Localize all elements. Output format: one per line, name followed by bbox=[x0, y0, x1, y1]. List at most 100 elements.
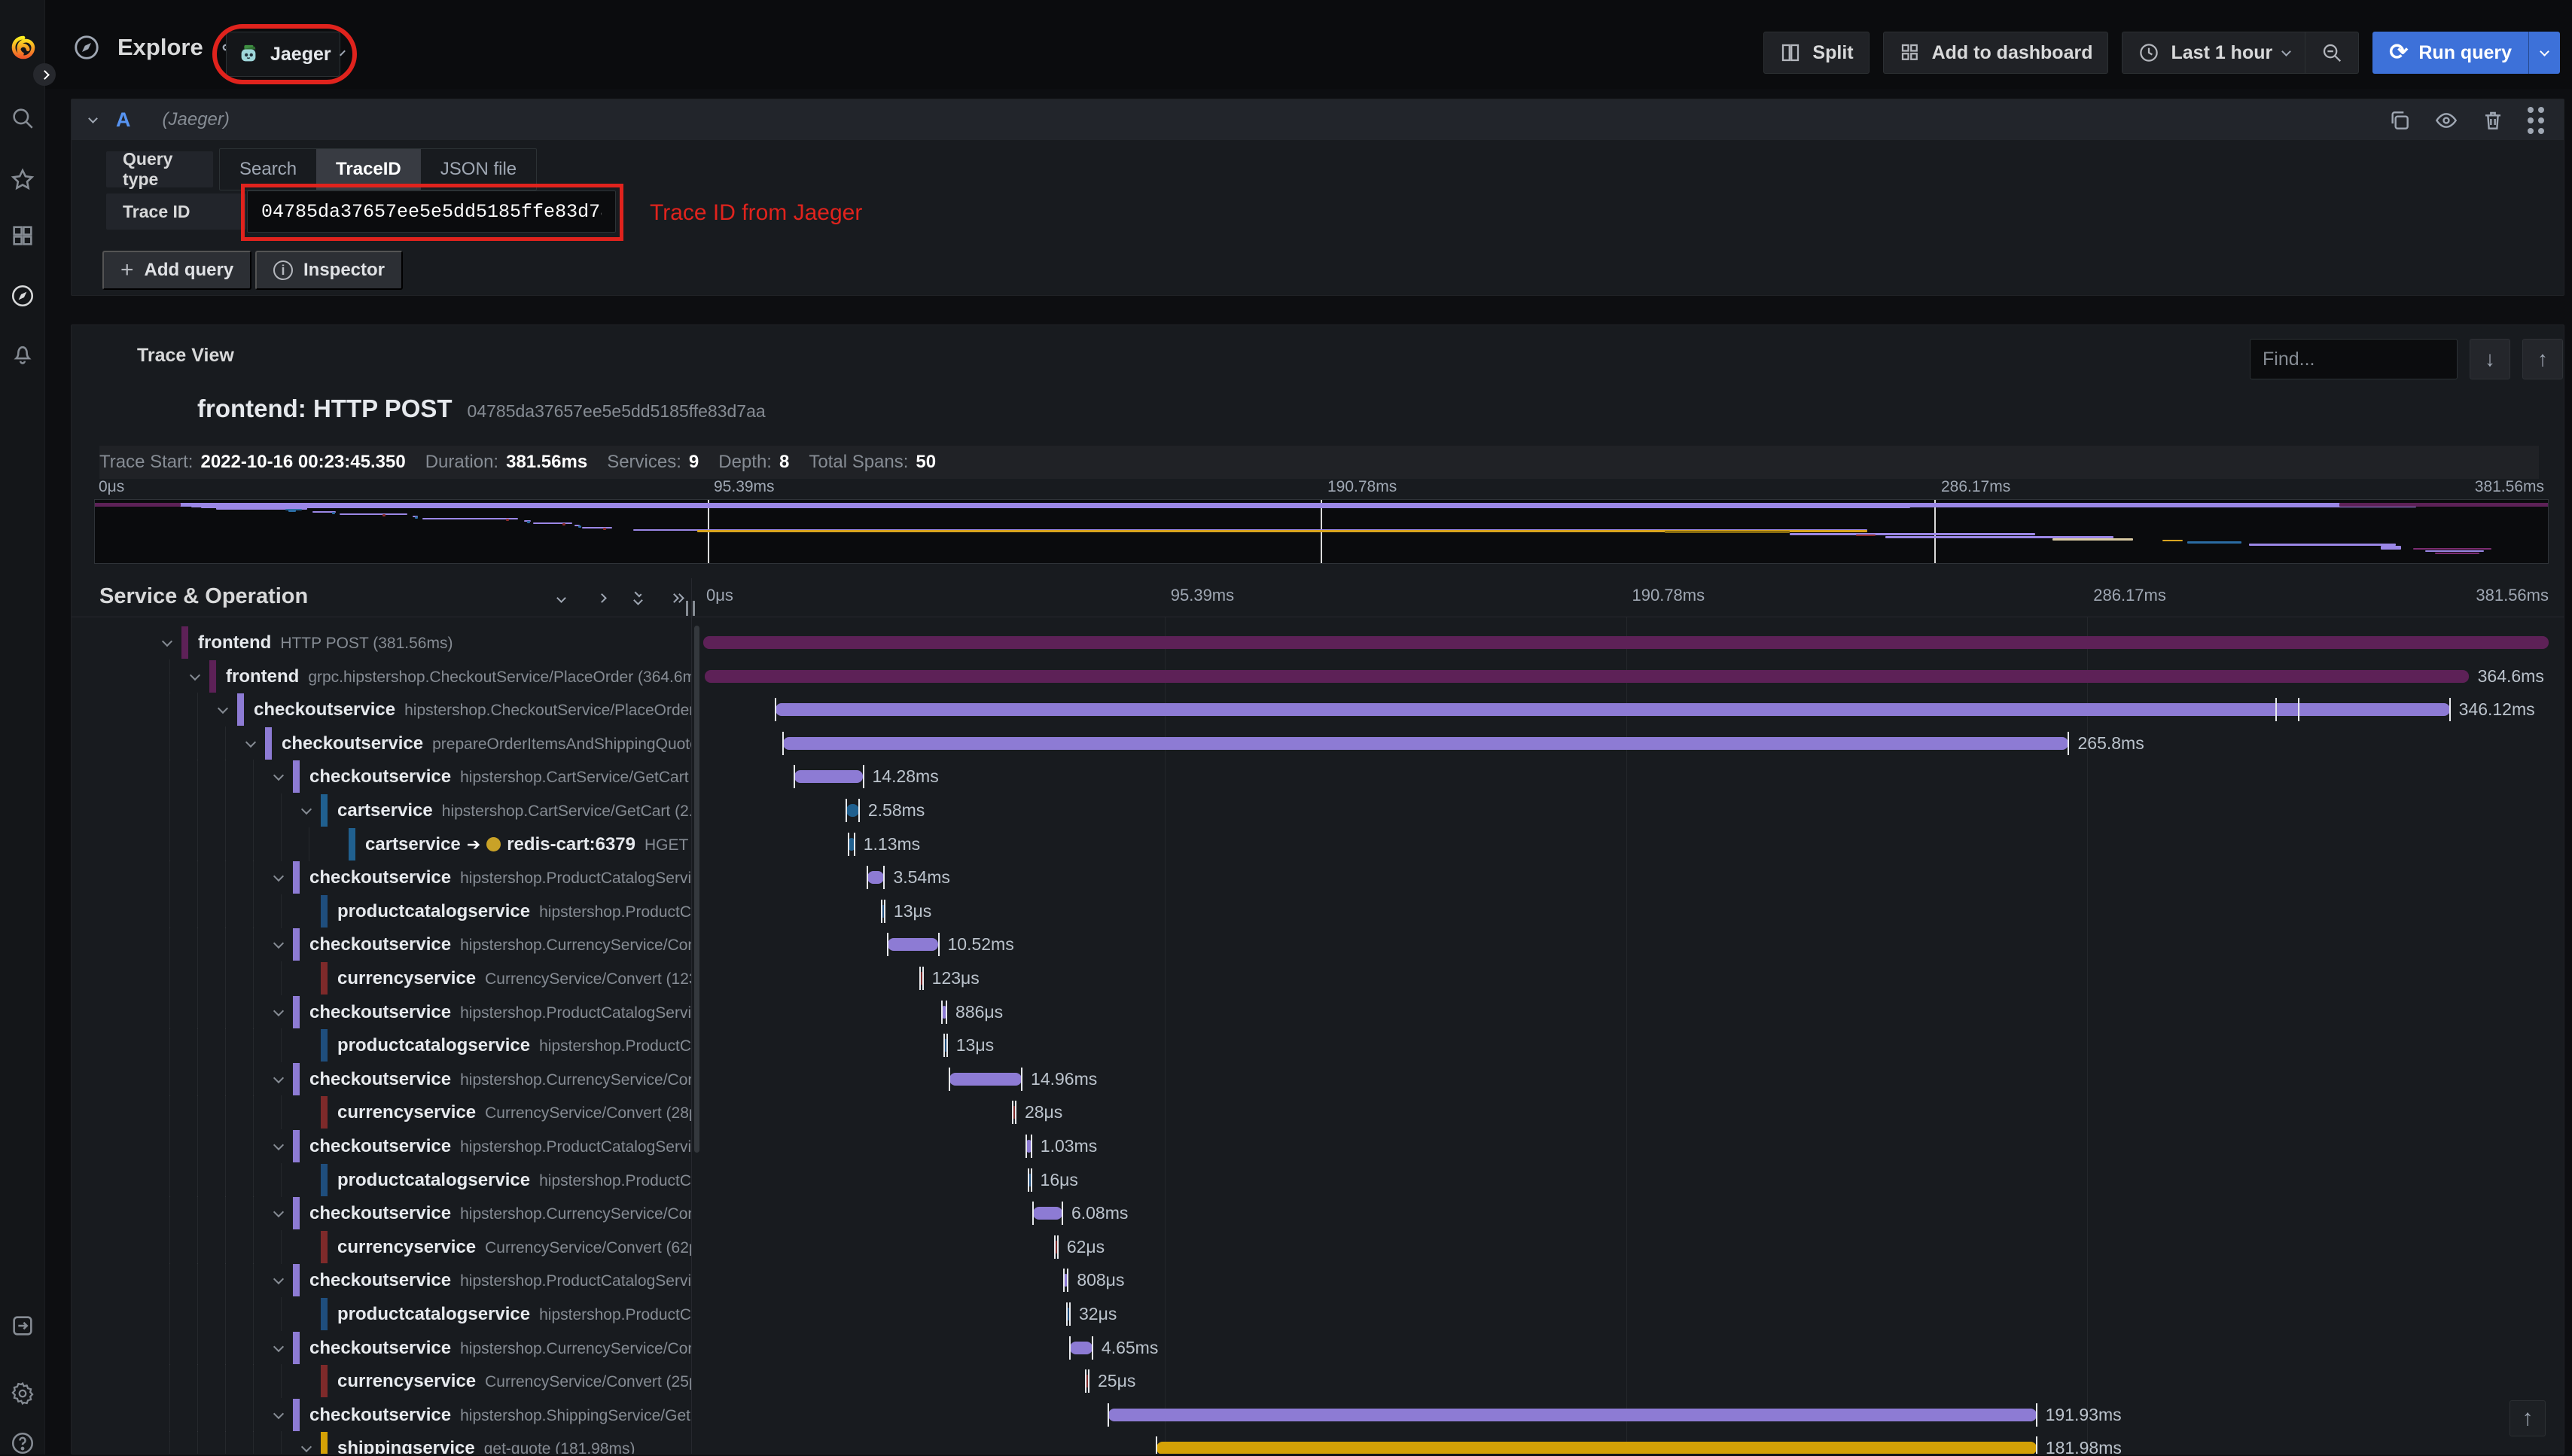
run-query-button[interactable]: ⟳ Run query bbox=[2372, 32, 2560, 74]
expand-chevron-icon[interactable] bbox=[273, 871, 285, 882]
span-tree-cell[interactable]: checkoutservice hipstershop.ProductCatalo… bbox=[72, 861, 691, 895]
span-bar[interactable] bbox=[783, 736, 2069, 750]
span-bar[interactable] bbox=[949, 1072, 1022, 1086]
split-button[interactable]: Split bbox=[1763, 32, 1870, 74]
starred-icon[interactable] bbox=[10, 167, 35, 193]
span-tree-cell[interactable]: currencyservice CurrencyService/Convert (… bbox=[72, 1229, 691, 1264]
span-tree-cell[interactable]: productcatalogservice hipstershop.Product… bbox=[72, 1162, 691, 1197]
span-row[interactable]: cartservice➔ redis-cart:6379 HGET (1.13ms)… bbox=[72, 827, 2564, 861]
span-tree-cell[interactable]: checkoutservice hipstershop.CheckoutServi… bbox=[72, 693, 691, 727]
span-bar[interactable] bbox=[1032, 1207, 1062, 1220]
delete-query-trash-icon[interactable] bbox=[2481, 108, 2505, 133]
expand-chevron-icon[interactable] bbox=[273, 1139, 285, 1151]
span-bar[interactable] bbox=[1156, 1442, 2037, 1454]
span-row[interactable]: checkoutservice hipstershop.ShippingServi… bbox=[72, 1397, 2564, 1432]
span-row[interactable]: productcatalogservice hipstershop.Product… bbox=[72, 894, 2564, 928]
span-tree-cell[interactable]: checkoutservice hipstershop.CurrencyServi… bbox=[72, 1062, 691, 1096]
span-row[interactable]: productcatalogservice hipstershop.Product… bbox=[72, 1297, 2564, 1331]
grafana-logo[interactable] bbox=[6, 30, 41, 65]
span-row[interactable]: checkoutservice hipstershop.CartService/G… bbox=[72, 760, 2564, 794]
span-row[interactable]: checkoutservice hipstershop.ProductCatalo… bbox=[72, 1263, 2564, 1298]
collapse-one-icon[interactable] bbox=[556, 592, 566, 605]
span-row[interactable]: checkoutservice hipstershop.ProductCatalo… bbox=[72, 995, 2564, 1029]
span-bar[interactable] bbox=[705, 669, 2469, 683]
span-row[interactable]: currencyservice CurrencyService/Convert (… bbox=[72, 1364, 2564, 1399]
span-tree-cell[interactable]: productcatalogservice hipstershop.Product… bbox=[72, 1028, 691, 1063]
sign-in-icon[interactable] bbox=[10, 1313, 35, 1339]
tab-json-file[interactable]: JSON file bbox=[421, 149, 536, 190]
span-tree-cell[interactable]: frontend grpc.hipstershop.CheckoutService… bbox=[72, 659, 691, 693]
span-tree-cell[interactable]: checkoutservice hipstershop.ShippingServi… bbox=[72, 1397, 691, 1432]
span-tree-cell[interactable]: checkoutservice hipstershop.ProductCatalo… bbox=[72, 1263, 691, 1298]
column-resize-handle[interactable] bbox=[686, 601, 695, 616]
find-input[interactable] bbox=[2250, 339, 2458, 379]
scroll-to-top-button[interactable]: ↑ bbox=[2510, 1400, 2546, 1436]
span-row[interactable]: checkoutservice hipstershop.CurrencyServi… bbox=[72, 1062, 2564, 1096]
find-next-button[interactable]: ↓ bbox=[2470, 339, 2510, 379]
expand-chevron-icon[interactable] bbox=[273, 770, 285, 781]
span-row[interactable]: productcatalogservice hipstershop.Product… bbox=[72, 1162, 2564, 1197]
find-prev-button[interactable]: ↑ bbox=[2522, 339, 2563, 379]
span-row[interactable]: shippingservice get-quote (181.98ms) 181.9… bbox=[72, 1431, 2564, 1454]
expand-chevron-icon[interactable] bbox=[273, 1341, 285, 1352]
span-row[interactable]: checkoutservice prepareOrderItemsAndShipp… bbox=[72, 726, 2564, 760]
inspector-button[interactable]: i Inspector bbox=[255, 251, 404, 290]
add-query-button[interactable]: + Add query bbox=[102, 251, 252, 290]
span-tree-cell[interactable]: checkoutservice hipstershop.CurrencyServi… bbox=[72, 928, 691, 962]
span-tree-cell[interactable]: currencyservice CurrencyService/Convert (… bbox=[72, 1095, 691, 1130]
settings-gear-icon[interactable] bbox=[10, 1381, 35, 1406]
span-bar[interactable] bbox=[887, 938, 939, 952]
expand-chevron-icon[interactable] bbox=[300, 1442, 312, 1453]
expand-chevron-icon[interactable] bbox=[300, 803, 312, 815]
collapse-all-icon[interactable] bbox=[633, 589, 643, 605]
trace-id-input[interactable] bbox=[247, 190, 616, 233]
timeline-minimap[interactable] bbox=[94, 499, 2549, 564]
expand-chevron-icon[interactable] bbox=[189, 669, 201, 681]
span-row[interactable]: cartservice hipstershop.CartService/GetCa… bbox=[72, 793, 2564, 827]
span-bar[interactable] bbox=[846, 804, 859, 817]
span-tree-cell[interactable]: checkoutservice hipstershop.CurrencyServi… bbox=[72, 1330, 691, 1365]
span-tree-cell[interactable]: frontend HTTP POST (381.56ms) bbox=[72, 626, 691, 659]
span-bar[interactable] bbox=[1108, 1408, 2037, 1421]
add-to-dashboard-button[interactable]: Add to dashboard bbox=[1882, 32, 2109, 74]
datasource-picker[interactable]: Jaeger bbox=[226, 32, 346, 77]
tab-traceid[interactable]: TraceID bbox=[316, 149, 421, 190]
span-tree-cell[interactable]: checkoutservice hipstershop.CurrencyServi… bbox=[72, 1196, 691, 1231]
span-tree-cell[interactable]: checkoutservice prepareOrderItemsAndShipp… bbox=[72, 726, 691, 760]
expand-chevron-icon[interactable] bbox=[273, 938, 285, 949]
span-row[interactable]: checkoutservice hipstershop.CheckoutServi… bbox=[72, 693, 2564, 727]
span-row[interactable]: currencyservice CurrencyService/Convert (… bbox=[72, 961, 2564, 995]
span-tree-cell[interactable]: cartservice hipstershop.CartService/GetCa… bbox=[72, 793, 691, 827]
toggle-visibility-eye-icon[interactable] bbox=[2434, 108, 2458, 133]
duplicate-query-icon[interactable] bbox=[2388, 108, 2412, 133]
dashboards-icon[interactable] bbox=[10, 223, 35, 248]
span-tree-cell[interactable]: checkoutservice hipstershop.ProductCatalo… bbox=[72, 995, 691, 1029]
expand-chevron-icon[interactable] bbox=[273, 1005, 285, 1016]
expand-chevron-icon[interactable] bbox=[161, 635, 173, 647]
query-row-header[interactable]: A (Jaeger) bbox=[72, 99, 2564, 140]
span-tree-cell[interactable]: shippingservice get-quote (181.98ms) bbox=[72, 1431, 691, 1454]
alerting-bell-icon[interactable] bbox=[10, 340, 35, 366]
expand-all-icon[interactable] bbox=[669, 592, 684, 605]
sidebar-expand-button[interactable] bbox=[33, 63, 56, 86]
expand-chevron-icon[interactable] bbox=[217, 703, 229, 714]
span-bar[interactable] bbox=[1070, 1341, 1092, 1354]
span-row[interactable]: currencyservice CurrencyService/Convert (… bbox=[72, 1229, 2564, 1264]
span-row[interactable]: productcatalogservice hipstershop.Product… bbox=[72, 1028, 2564, 1063]
drag-handle-icon[interactable] bbox=[2528, 107, 2544, 134]
span-row[interactable]: frontend HTTP POST (381.56ms) bbox=[72, 626, 2564, 659]
zoom-out-time-button[interactable] bbox=[2305, 32, 2360, 74]
expand-chevron-icon[interactable] bbox=[273, 1274, 285, 1285]
expand-chevron-icon[interactable] bbox=[273, 1072, 285, 1083]
span-row[interactable]: checkoutservice hipstershop.ProductCatalo… bbox=[72, 1129, 2564, 1163]
expand-chevron-icon[interactable] bbox=[273, 1207, 285, 1218]
span-tree-cell[interactable]: productcatalogservice hipstershop.Product… bbox=[72, 894, 691, 928]
span-row[interactable]: currencyservice CurrencyService/Convert (… bbox=[72, 1095, 2564, 1130]
expand-chevron-icon[interactable] bbox=[245, 736, 257, 748]
span-tree-cell[interactable]: currencyservice CurrencyService/Convert (… bbox=[72, 961, 691, 995]
span-row[interactable]: checkoutservice hipstershop.ProductCatalo… bbox=[72, 861, 2564, 895]
expand-one-icon[interactable] bbox=[597, 592, 607, 605]
collapse-chevron-icon[interactable] bbox=[88, 113, 98, 123]
span-row[interactable]: checkoutservice hipstershop.CurrencyServi… bbox=[72, 1196, 2564, 1231]
span-bar[interactable] bbox=[776, 703, 2450, 717]
